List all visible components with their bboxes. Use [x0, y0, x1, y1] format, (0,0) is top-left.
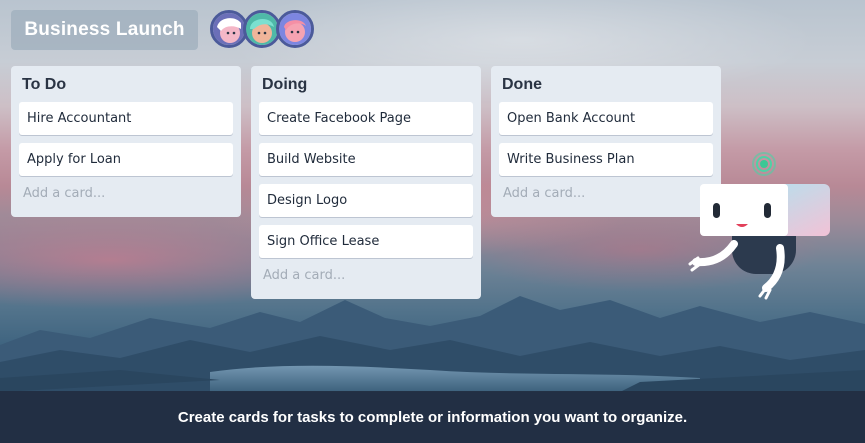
card[interactable]: Design Logo [259, 184, 473, 217]
list-title: Doing [262, 76, 308, 93]
avatar-face-icon [246, 13, 278, 45]
list-title: Done [502, 76, 542, 93]
member-avatar[interactable] [276, 10, 314, 48]
board-members [210, 10, 320, 48]
list-doing: Doing Create Facebook Page Build Website… [251, 66, 481, 299]
card[interactable]: Hire Accountant [19, 102, 233, 135]
board-title[interactable]: Business Launch [11, 10, 198, 50]
card[interactable]: Sign Office Lease [259, 225, 473, 258]
avatar-face-icon [213, 13, 245, 45]
add-card-button[interactable]: Add a card... [259, 266, 473, 296]
card[interactable]: Build Website [259, 143, 473, 176]
avatar-face-icon [279, 13, 311, 45]
card[interactable]: Create Facebook Page [259, 102, 473, 135]
list-to-do: To Do Hire Accountant Apply for Loan Add… [11, 66, 241, 217]
add-card-button[interactable]: Add a card... [19, 184, 233, 214]
card[interactable]: Apply for Loan [19, 143, 233, 176]
robot-mascot-icon [688, 152, 830, 300]
onboarding-caption: Create cards for tasks to complete or in… [0, 391, 865, 443]
list-title: To Do [22, 76, 67, 93]
card[interactable]: Open Bank Account [499, 102, 713, 135]
